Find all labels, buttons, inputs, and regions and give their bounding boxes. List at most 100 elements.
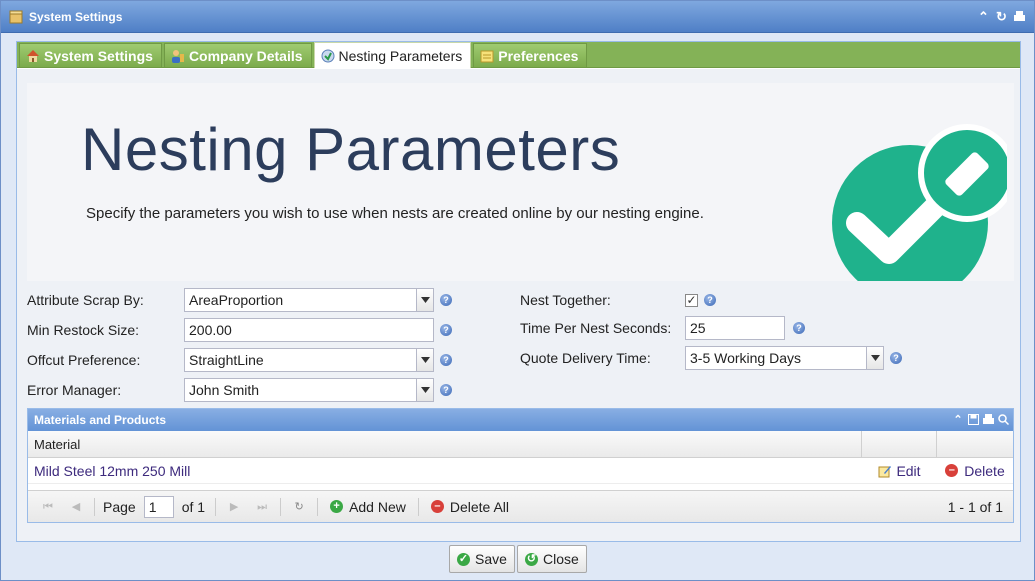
min-restock-size-label: Min Restock Size: (27, 322, 140, 338)
checkmark-badge-icon (832, 124, 1007, 281)
offcut-preference-value: StraightLine (189, 352, 264, 368)
page-subtitle: Specify the parameters you wish to use w… (86, 205, 704, 222)
save-label: Save (475, 551, 507, 567)
window-title: System Settings (29, 9, 123, 24)
nesting-parameters-body: Nesting Parameters Specify the parameter… (17, 69, 1020, 541)
quote-delivery-time-label: Quote Delivery Time: (520, 350, 651, 366)
note-icon (480, 49, 494, 63)
refresh-icon[interactable]: ↻ (291, 499, 307, 515)
help-icon[interactable]: ? (440, 354, 452, 366)
min-restock-size-input[interactable]: 200.00 (184, 318, 434, 342)
tab-label: Preferences (498, 47, 579, 64)
nesting-icon (321, 49, 335, 63)
nest-together-label: Nest Together: (520, 292, 611, 308)
page-label: Page (103, 498, 136, 515)
delete-icon: – (430, 500, 444, 513)
close-button[interactable]: ↺ Close (517, 545, 587, 573)
column-header-material[interactable]: Material (28, 431, 862, 457)
offcut-preference-select[interactable]: StraightLine (184, 348, 434, 372)
first-page-icon[interactable]: ⏮ (40, 499, 56, 515)
edit-button[interactable]: Edit (862, 463, 937, 479)
print-icon[interactable] (1013, 10, 1026, 23)
refresh-icon[interactable]: ↻ (995, 10, 1008, 23)
add-new-button[interactable]: + Add New (330, 499, 406, 515)
time-per-nest-row: Time Per Nest Seconds: 25 ? (520, 315, 805, 341)
column-header-edit (862, 431, 937, 457)
tab-label: Nesting Parameters (338, 47, 463, 64)
table-row[interactable]: Mild Steel 12mm 250 Mill Edit – Delete (28, 458, 1013, 484)
time-per-nest-value: 25 (690, 320, 706, 336)
save-icon[interactable] (967, 414, 979, 426)
system-settings-window: System Settings ⌃ ↻ System Settings Comp… (0, 0, 1035, 581)
pager-divider (280, 497, 282, 516)
settings-tabs: System Settings Company Details Nesting … (17, 42, 1020, 68)
chevron-down-icon[interactable] (416, 379, 433, 401)
column-header-delete (937, 431, 1013, 457)
time-per-nest-label: Time Per Nest Seconds: (520, 320, 672, 336)
page-number-value: 1 (148, 498, 157, 515)
next-page-icon[interactable]: ▶ (226, 499, 242, 515)
help-icon[interactable]: ? (890, 352, 902, 364)
chevron-down-icon[interactable] (866, 347, 883, 369)
min-restock-size-row: Min Restock Size: 200.00 ? (27, 317, 452, 343)
record-range: 1 - 1 of 1 (947, 498, 1003, 515)
search-icon[interactable] (997, 414, 1009, 426)
grid-pager: ⏮ ◀ Page 1 of 1 ▶ ⏭ ↻ + Add New – Delete… (28, 490, 1013, 522)
attribute-scrap-by-value: AreaProportion (189, 292, 284, 308)
nest-together-row: Nest Together: ✓ ? (520, 287, 716, 313)
tab-preferences[interactable]: Preferences (473, 43, 588, 67)
tab-system-settings[interactable]: System Settings (19, 43, 162, 67)
time-per-nest-input[interactable]: 25 (685, 316, 785, 340)
pager-divider (317, 497, 319, 516)
error-manager-row: Error Manager: John Smith ? (27, 377, 452, 403)
print-icon[interactable] (982, 414, 994, 426)
help-icon[interactable]: ? (793, 322, 805, 334)
help-icon[interactable]: ? (440, 324, 452, 336)
chevron-down-icon[interactable] (416, 349, 433, 371)
help-icon[interactable]: ? (704, 294, 716, 306)
prev-page-icon[interactable]: ◀ (68, 499, 84, 515)
banner: Nesting Parameters Specify the parameter… (27, 83, 1014, 281)
help-icon[interactable]: ? (440, 294, 452, 306)
attribute-scrap-by-row: Attribute Scrap By: AreaProportion ? (27, 287, 452, 313)
quote-delivery-time-value: 3-5 Working Days (690, 350, 802, 366)
error-manager-value: John Smith (189, 382, 260, 398)
offcut-preference-row: Offcut Preference: StraightLine ? (27, 347, 452, 373)
close-label: Close (543, 551, 579, 567)
tab-company-details[interactable]: Company Details (163, 43, 312, 67)
attribute-scrap-by-select[interactable]: AreaProportion (184, 288, 434, 312)
save-button[interactable]: ✓ Save (449, 545, 515, 573)
nest-together-checkbox[interactable]: ✓ (685, 293, 698, 307)
material-cell[interactable]: Mild Steel 12mm 250 Mill (28, 463, 862, 479)
settings-panel: System Settings Company Details Nesting … (16, 41, 1021, 542)
check-icon: ✓ (457, 552, 470, 566)
add-new-label: Add New (349, 498, 406, 515)
grid-title: Materials and Products (34, 413, 167, 427)
edit-icon (878, 464, 892, 478)
chevron-down-icon[interactable] (416, 289, 433, 311)
delete-all-button[interactable]: – Delete All (430, 498, 510, 515)
materials-grid: Materials and Products ⌃ Material Mild S… (27, 408, 1014, 523)
quote-delivery-time-select[interactable]: 3-5 Working Days (685, 346, 884, 370)
delete-button[interactable]: – Delete (937, 463, 1013, 479)
add-icon: + (330, 500, 344, 513)
page-number-input[interactable]: 1 (143, 495, 174, 518)
page-count-label: of 1 (181, 498, 206, 515)
error-manager-select[interactable]: John Smith (184, 378, 434, 402)
close-icon: ↺ (525, 552, 538, 566)
tab-label: Company Details (188, 47, 303, 64)
page-title: Nesting Parameters (81, 116, 621, 183)
edit-label: Edit (896, 462, 921, 479)
help-icon[interactable]: ? (440, 384, 452, 396)
user-icon (171, 49, 185, 63)
collapse-icon[interactable]: ⌃ (952, 414, 964, 426)
last-page-icon[interactable]: ⏭ (254, 499, 270, 515)
pager-divider (94, 497, 95, 516)
tab-nesting-parameters[interactable]: Nesting Parameters (313, 42, 472, 68)
collapse-icon[interactable]: ⌃ (977, 10, 990, 23)
window-titlebar: System Settings ⌃ ↻ (1, 1, 1034, 33)
offcut-preference-label: Offcut Preference: (27, 352, 141, 368)
pager-divider (215, 497, 217, 516)
delete-all-label: Delete All (449, 498, 510, 515)
grid-column-headers: Material (28, 431, 1013, 458)
